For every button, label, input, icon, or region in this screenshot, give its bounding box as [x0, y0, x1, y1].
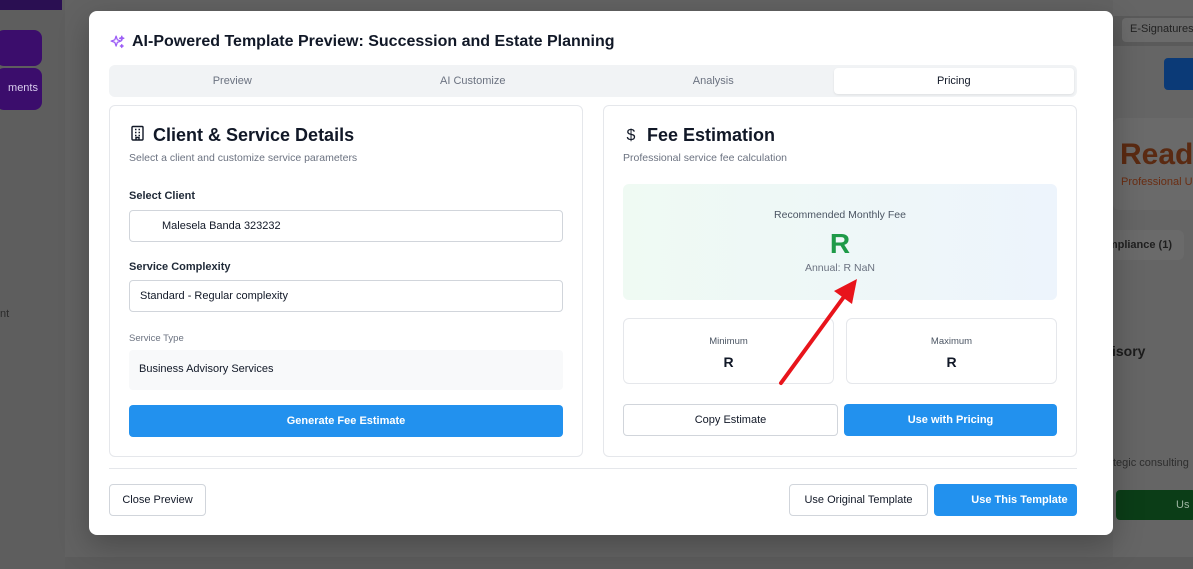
service-complexity-select[interactable]: Standard - Regular complexity — [129, 280, 563, 312]
tab-pricing[interactable]: Pricing — [833, 68, 1074, 94]
client-panel-subtitle: Select a client and customize service pa… — [129, 152, 358, 164]
building-icon — [129, 125, 145, 146]
background-advisory-heading: isory — [1112, 343, 1146, 359]
maximum-fee-card: Maximum R — [846, 318, 1057, 384]
recommended-fee-box: Recommended Monthly Fee R Annual: R NaN — [623, 184, 1057, 300]
recommended-fee-value: R — [829, 228, 851, 259]
background-sidebar-header — [0, 0, 62, 10]
service-type-label: Service Type — [129, 333, 184, 344]
service-type-value: Business Advisory Services — [129, 350, 563, 390]
copy-estimate-button[interactable]: Copy Estimate — [623, 404, 838, 436]
background-sidebar-text: nt — [0, 308, 10, 320]
dollar-icon: $ — [626, 126, 636, 144]
modal-header: AI-Powered Template Preview: Succession … — [109, 33, 615, 51]
service-complexity-label: Service Complexity — [129, 261, 231, 273]
sparkle-icon — [109, 34, 126, 51]
use-original-template-button[interactable]: Use Original Template — [789, 484, 928, 516]
background-strategic-text: tegic consulting — [1113, 457, 1189, 469]
client-panel-title: Client & Service Details — [153, 125, 355, 145]
tab-analysis[interactable]: Analysis — [593, 68, 834, 94]
template-preview-modal: AI-Powered Template Preview: Succession … — [89, 11, 1113, 535]
maximum-fee-label: Maximum — [930, 336, 973, 347]
background-sidebar: ments nt — [0, 0, 65, 569]
minimum-fee-label: Minimum — [709, 336, 748, 347]
tab-bar: Preview AI Customize Analysis Pricing — [109, 65, 1077, 97]
tab-ai-customize[interactable]: AI Customize — [353, 68, 594, 94]
minimum-fee-value: R — [723, 354, 734, 370]
select-client-label: Select Client — [129, 190, 196, 202]
close-preview-button[interactable]: Close Preview — [109, 484, 206, 516]
fee-panel-header: $ Fee Estimation — [623, 125, 775, 146]
recommended-fee-label: Recommended Monthly Fee — [774, 209, 906, 221]
background-professional-text: Professional U — [1121, 176, 1193, 188]
background-bottom-strip — [65, 557, 1193, 569]
footer-divider — [109, 468, 1077, 469]
background-ready-text: Ready — [1120, 138, 1193, 171]
background-sidebar-button-documents: ments — [0, 68, 42, 110]
fee-estimation-panel: $ Fee Estimation Professional service fe… — [603, 105, 1077, 457]
client-service-panel: Client & Service Details Select a client… — [109, 105, 583, 457]
background-sidebar-button — [0, 30, 42, 66]
fee-panel-subtitle: Professional service fee calculation — [623, 152, 788, 164]
client-select[interactable]: Malesela Banda 323232 — [129, 210, 563, 242]
background-blue-button — [1164, 58, 1193, 90]
annual-fee-text: Annual: R NaN — [804, 262, 876, 274]
use-this-template-button[interactable]: Use This Template — [934, 484, 1077, 516]
fee-panel-title: Fee Estimation — [647, 125, 776, 145]
background-use-button: Us — [1116, 490, 1193, 520]
minimum-fee-card: Minimum R — [623, 318, 834, 384]
background-sidebar-button-label: ments — [8, 82, 38, 94]
client-panel-header: Client & Service Details — [129, 125, 354, 146]
maximum-fee-value: R — [946, 354, 957, 370]
tab-preview[interactable]: Preview — [112, 68, 353, 94]
modal-title: AI-Powered Template Preview: Succession … — [132, 33, 615, 50]
background-esignatures-tab: E-Signatures — [1122, 18, 1193, 42]
generate-fee-estimate-button[interactable]: Generate Fee Estimate — [129, 405, 563, 437]
use-with-pricing-button[interactable]: Use with Pricing — [844, 404, 1057, 436]
